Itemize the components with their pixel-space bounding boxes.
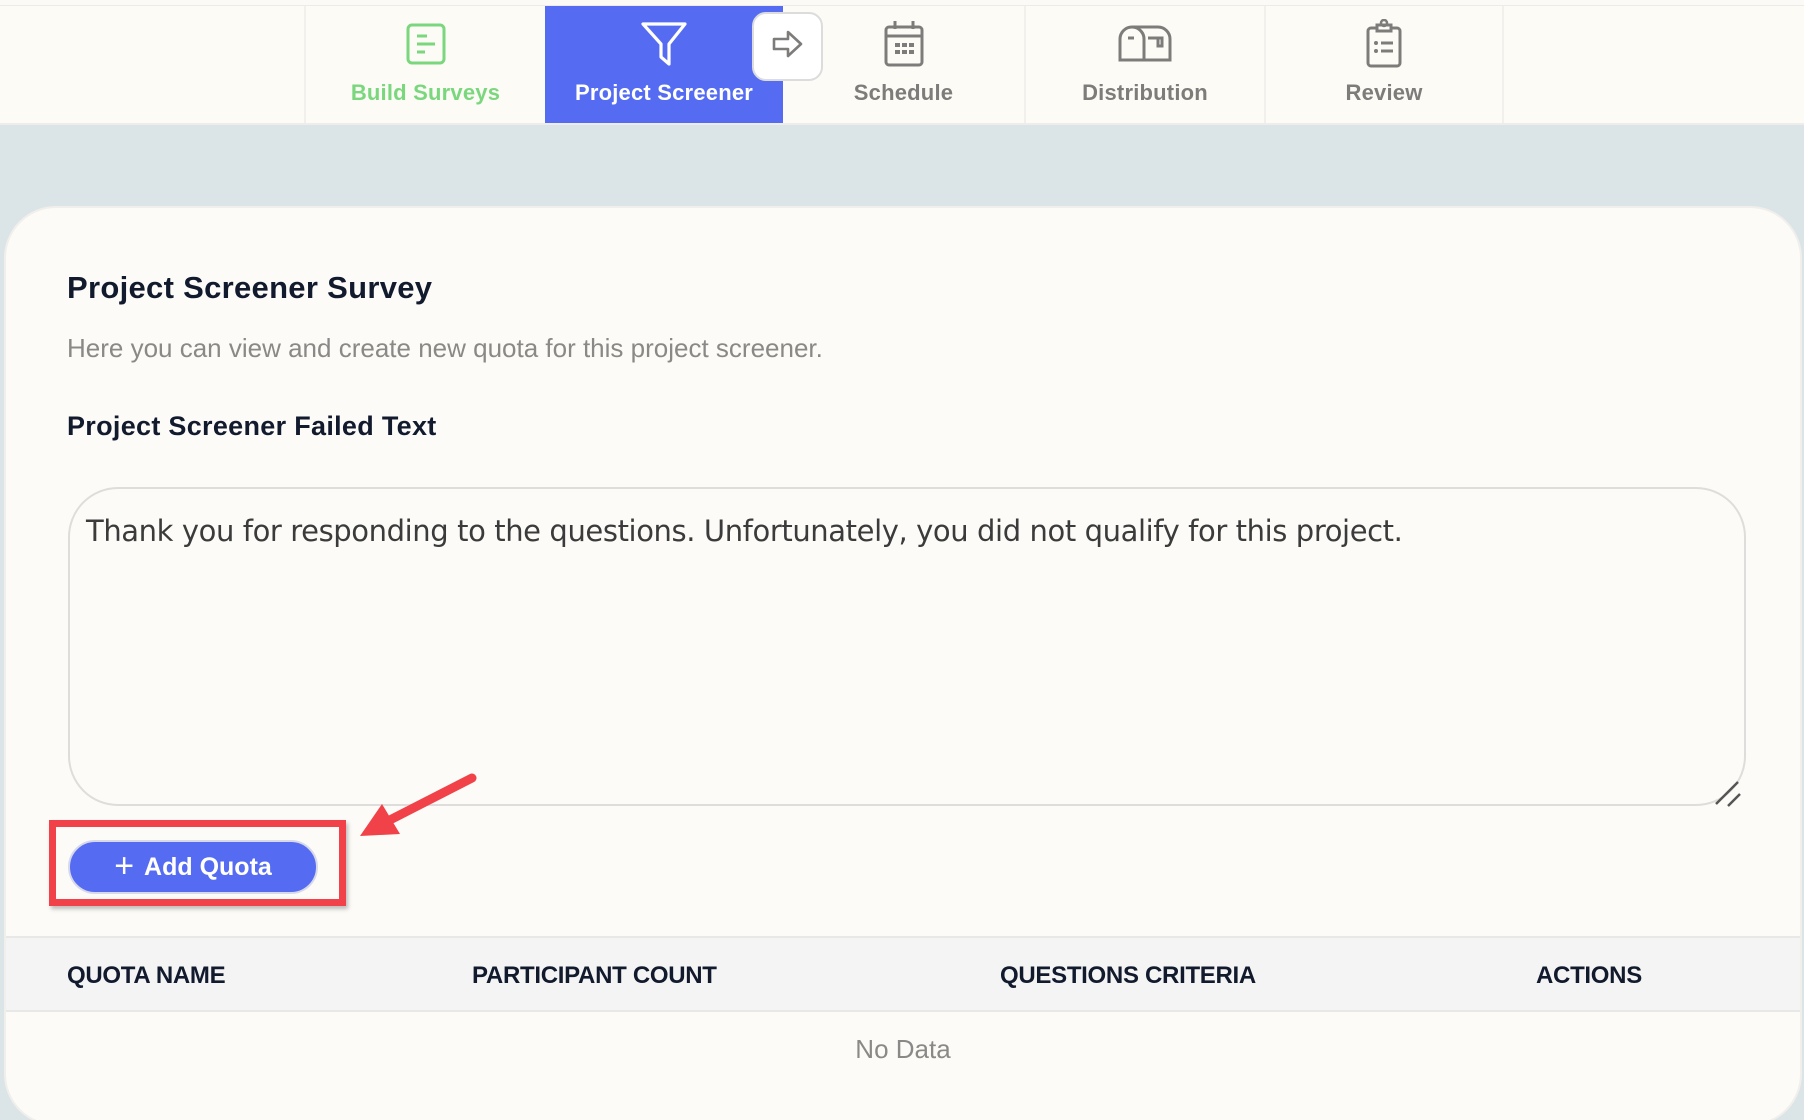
clipboard-list-icon (1365, 18, 1403, 70)
mailbox-icon (1118, 18, 1172, 70)
calendar-icon (883, 18, 925, 70)
plus-icon: + (114, 846, 135, 885)
tab-label: Build Surveys (350, 80, 501, 105)
column-quota-name: QUOTA NAME (67, 962, 226, 989)
step-navigation: Build Surveys Project Screener Schedule … (0, 6, 1804, 125)
tab-distribution[interactable]: Distribution (1024, 6, 1264, 123)
screener-card: Project Screener Survey Here you can vie… (4, 206, 1802, 1120)
next-step-button[interactable] (752, 12, 823, 81)
funnel-icon (640, 18, 688, 70)
tab-label: Project Screener (574, 80, 754, 105)
add-quota-button[interactable]: + Add Quota (68, 840, 318, 894)
tab-review[interactable]: Review (1264, 6, 1504, 123)
document-lines-icon (405, 18, 447, 70)
failed-text-input[interactable]: Thank you for responding to the question… (68, 487, 1746, 806)
add-quota-label: Add Quota (144, 852, 272, 881)
column-questions-criteria: QUESTIONS CRITERIA (1000, 962, 1256, 989)
page-subtitle: Here you can view and create new quota f… (67, 333, 823, 363)
resize-handle-icon[interactable] (1714, 780, 1742, 808)
tab-label: Schedule (853, 80, 954, 105)
column-participant-count: PARTICIPANT COUNT (472, 962, 717, 989)
column-actions: ACTIONS (1536, 962, 1642, 989)
empty-table-message: No Data (855, 1034, 951, 1064)
page-title: Project Screener Survey (67, 270, 433, 305)
tab-build-surveys[interactable]: Build Surveys (304, 6, 545, 123)
failed-text-label: Project Screener Failed Text (67, 411, 437, 441)
quota-table-header: QUOTA NAME PARTICIPANT COUNT QUESTIONS C… (6, 936, 1800, 1012)
tab-label: Distribution (1082, 80, 1208, 105)
arrow-right-icon (772, 29, 804, 64)
tab-project-screener[interactable]: Project Screener (545, 6, 783, 123)
tab-label: Review (1345, 80, 1423, 105)
